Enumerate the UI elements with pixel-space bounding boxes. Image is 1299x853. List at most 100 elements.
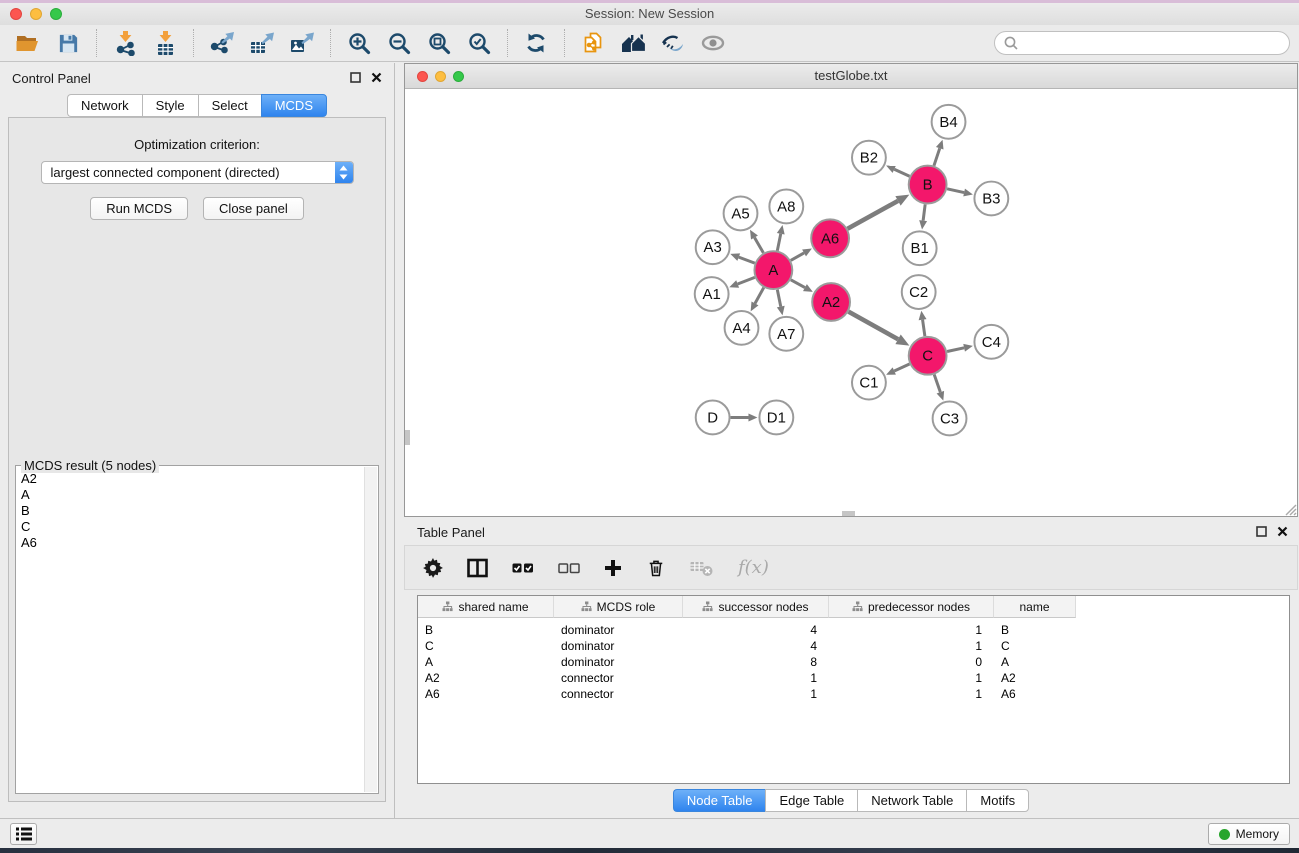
cell-successor-nodes[interactable]: 1	[683, 671, 829, 685]
new-network-from-selection-icon[interactable]	[573, 27, 613, 59]
graph-edge-A2-C[interactable]	[848, 312, 898, 340]
graph-edge-A-A8[interactable]	[777, 234, 780, 251]
cell-predecessor-nodes[interactable]: 0	[829, 655, 994, 669]
tab-node-table[interactable]: Node Table	[673, 789, 766, 812]
graph-node-D1[interactable]: D1	[759, 401, 793, 435]
mcds-list-scrollbar[interactable]	[364, 467, 377, 792]
graph-edge-A-A5[interactable]	[754, 238, 763, 253]
graph-node-A[interactable]: A	[754, 251, 792, 289]
graph-edge-B-B3[interactable]	[947, 189, 964, 193]
graph-edge-C-C3[interactable]	[934, 375, 940, 393]
cell-predecessor-nodes[interactable]: 1	[829, 639, 994, 653]
float-table-panel-icon[interactable]	[1256, 526, 1267, 537]
graph-node-C1[interactable]: C1	[852, 366, 886, 400]
cell-MCDS-role[interactable]: dominator	[554, 655, 683, 669]
cell-shared-name[interactable]: A	[418, 655, 554, 669]
tab-network[interactable]: Network	[67, 94, 142, 117]
graph-node-C[interactable]: C	[909, 337, 947, 375]
network-canvas[interactable]: B4B2BB3A5A8A6A3B1AC2A1A2A4A7C4CC1C3DD1	[405, 89, 1297, 516]
table-settings-icon[interactable]	[423, 558, 443, 578]
add-row-icon[interactable]	[604, 559, 622, 577]
graph-node-C4[interactable]: C4	[974, 325, 1008, 359]
search-input[interactable]	[1023, 35, 1289, 52]
graph-edge-B-B4[interactable]	[934, 148, 940, 165]
mcds-result-item[interactable]: C	[21, 519, 365, 535]
cybrowser-home-icon[interactable]	[613, 27, 653, 59]
refresh-network-icon[interactable]	[516, 27, 556, 59]
network-window-titlebar[interactable]: testGlobe.txt	[405, 64, 1297, 89]
graph-edge-C-C4[interactable]	[947, 348, 964, 352]
graph-edge-A-A7[interactable]	[777, 290, 780, 307]
cell-shared-name[interactable]: B	[418, 623, 554, 637]
graph-node-A8[interactable]: A8	[769, 190, 803, 224]
mcds-result-item[interactable]: B	[21, 503, 365, 519]
table-row[interactable]: A6connector11A6	[418, 686, 1289, 702]
graph-edge-A6-B[interactable]	[848, 201, 898, 229]
zoom-selected-icon[interactable]	[459, 27, 499, 59]
graph-node-A1[interactable]: A1	[695, 277, 729, 311]
cell-shared-name[interactable]: A2	[418, 671, 554, 685]
tab-network-table[interactable]: Network Table	[857, 789, 966, 812]
cell-name[interactable]: A6	[994, 687, 1076, 701]
graph-edge-A-A4[interactable]	[755, 288, 764, 304]
mcds-result-item[interactable]: A	[21, 487, 365, 503]
cell-name[interactable]: A2	[994, 671, 1076, 685]
table-row[interactable]: Cdominator41C	[418, 638, 1289, 654]
resize-grip-icon[interactable]	[1284, 503, 1297, 516]
tab-motifs[interactable]: Motifs	[966, 789, 1029, 812]
graph-edge-C-C1[interactable]	[894, 364, 909, 371]
zoom-out-icon[interactable]	[379, 27, 419, 59]
select-all-icon[interactable]	[512, 561, 534, 575]
table-row[interactable]: Adominator80A	[418, 654, 1289, 670]
cell-shared-name[interactable]: C	[418, 639, 554, 653]
mcds-result-item[interactable]: A6	[21, 535, 365, 551]
split-panel-icon[interactable]	[467, 558, 488, 578]
tab-select[interactable]: Select	[198, 94, 261, 117]
mcds-result-item[interactable]: A2	[21, 471, 365, 487]
close-table-panel-icon[interactable]	[1277, 526, 1288, 537]
cell-successor-nodes[interactable]: 4	[683, 623, 829, 637]
memory-button[interactable]: Memory	[1208, 823, 1290, 845]
cell-shared-name[interactable]: A6	[418, 687, 554, 701]
graph-node-A6[interactable]: A6	[811, 219, 849, 257]
show-panels-button[interactable]	[10, 823, 37, 845]
graph-node-C3[interactable]: C3	[933, 402, 967, 436]
cell-successor-nodes[interactable]: 4	[683, 639, 829, 653]
table-row[interactable]: A2connector11A2	[418, 670, 1289, 686]
cell-predecessor-nodes[interactable]: 1	[829, 623, 994, 637]
float-panel-icon[interactable]	[350, 72, 361, 83]
column-header-shared-name[interactable]: shared name	[418, 596, 554, 618]
graph-edge-A-A3[interactable]	[739, 257, 755, 263]
graph-edge-B-B2[interactable]	[894, 169, 909, 176]
column-header-successor-nodes[interactable]: successor nodes	[683, 596, 829, 618]
open-session-icon[interactable]	[8, 27, 48, 59]
cell-predecessor-nodes[interactable]: 1	[829, 687, 994, 701]
graph-edge-A-A1[interactable]	[738, 277, 755, 284]
cell-successor-nodes[interactable]: 8	[683, 655, 829, 669]
cell-predecessor-nodes[interactable]: 1	[829, 671, 994, 685]
cell-MCDS-role[interactable]: dominator	[554, 623, 683, 637]
table-row[interactable]: Bdominator41B	[418, 622, 1289, 638]
cell-name[interactable]: B	[994, 623, 1076, 637]
search-box[interactable]	[994, 31, 1290, 55]
graph-edge-C-C2[interactable]	[923, 320, 925, 336]
deselect-all-icon[interactable]	[558, 561, 580, 575]
graph-node-D[interactable]: D	[696, 401, 730, 435]
export-network-icon[interactable]	[202, 27, 242, 59]
column-header-predecessor-nodes[interactable]: predecessor nodes	[829, 596, 994, 618]
close-panel-button[interactable]: Close panel	[203, 197, 304, 220]
cell-MCDS-role[interactable]: connector	[554, 687, 683, 701]
tab-style[interactable]: Style	[142, 94, 198, 117]
graph-node-A3[interactable]: A3	[696, 230, 730, 264]
graph-edge-A-A6[interactable]	[791, 253, 804, 260]
graph-node-A7[interactable]: A7	[769, 317, 803, 351]
graph-node-B4[interactable]: B4	[932, 105, 966, 139]
graph-node-B[interactable]: B	[909, 166, 947, 204]
graph-node-B3[interactable]: B3	[974, 182, 1008, 216]
run-mcds-button[interactable]: Run MCDS	[90, 197, 188, 220]
graph-node-A2[interactable]: A2	[812, 283, 850, 321]
zoom-in-icon[interactable]	[339, 27, 379, 59]
export-table-icon[interactable]	[242, 27, 282, 59]
apply-function-icon[interactable]: f(x)	[738, 557, 769, 578]
graph-node-C2[interactable]: C2	[902, 275, 936, 309]
